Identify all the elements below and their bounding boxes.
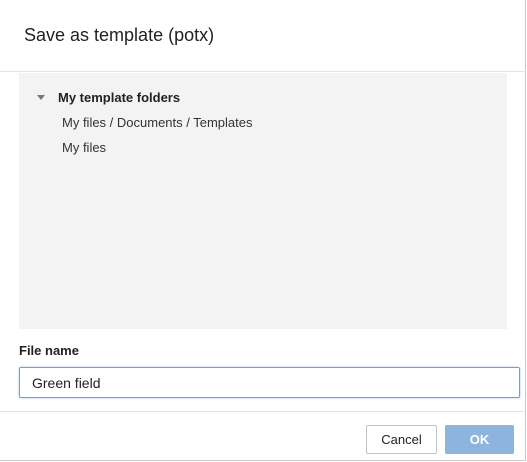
dialog-title: Save as template (potx) bbox=[24, 25, 215, 45]
folder-item-my-files[interactable]: My files bbox=[62, 136, 106, 158]
folder-item-label: My files / Documents / Templates bbox=[62, 114, 253, 130]
dialog-header: Save as template (potx) bbox=[0, 0, 526, 72]
file-name-label: File name bbox=[19, 343, 79, 358]
folder-item-label: My files bbox=[62, 139, 107, 155]
folder-item-label: My template folders bbox=[58, 89, 181, 105]
ok-button[interactable]: OK bbox=[445, 425, 514, 454]
folder-item-my-template-folders[interactable]: My template folders bbox=[37, 86, 180, 108]
template-folder-list: My template folders My files / Documents… bbox=[19, 73, 507, 329]
dialog-footer: Cancel OK bbox=[0, 411, 526, 461]
save-as-template-dialog: Save as template (potx) My template fold… bbox=[0, 0, 526, 461]
cancel-button[interactable]: Cancel bbox=[366, 425, 437, 454]
folder-item-templates[interactable]: My files / Documents / Templates bbox=[62, 111, 253, 133]
caret-down-icon[interactable] bbox=[37, 95, 45, 100]
file-name-input[interactable] bbox=[19, 367, 520, 398]
